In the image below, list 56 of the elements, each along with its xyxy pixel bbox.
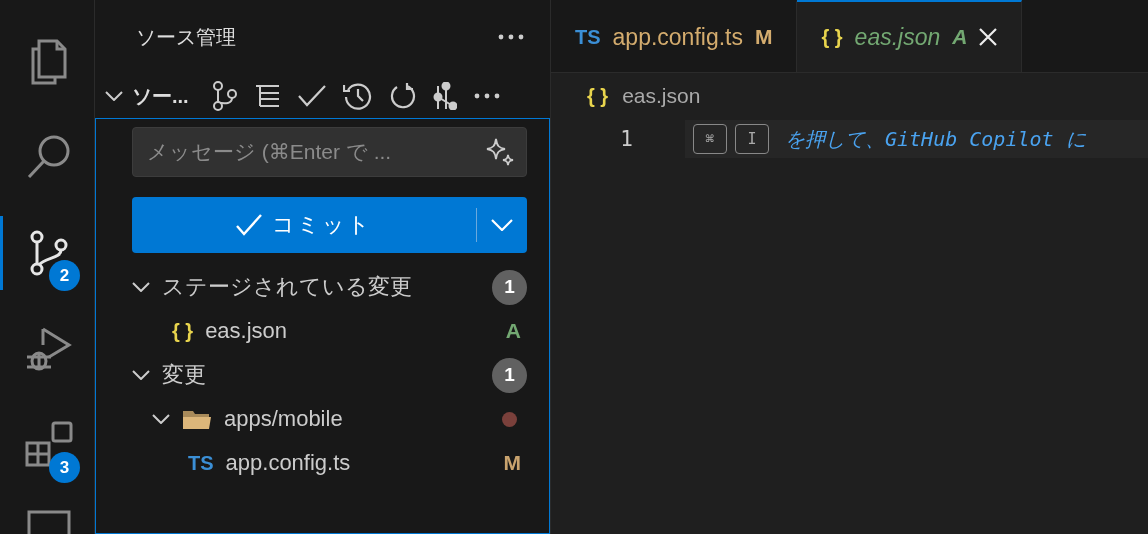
line-number: 1 [619,127,633,151]
file-type-icon: TS [575,25,601,49]
status-letter: M [503,451,521,475]
group-label: 変更 [162,361,207,389]
chevron-icon[interactable] [132,282,150,292]
copilot-hint: を押して、GitHub Copilot に [785,125,1086,153]
count-badge: 3 [49,452,80,483]
graph-icon[interactable] [432,82,457,110]
chevron-icon[interactable] [132,370,150,380]
chevron-down-icon[interactable] [105,91,123,101]
run-debug-icon [24,325,73,373]
tree-list-icon[interactable] [254,84,281,108]
status-letter: A [952,25,968,49]
breadcrumb-item[interactable]: eas.json [622,84,701,108]
section-title: ソー... [132,83,189,109]
file-name: eas.json [205,318,289,344]
activity-item[interactable]: 3 [0,408,94,482]
count-badge: 1 [492,269,527,305]
file-item[interactable]: { } eas.json A [132,309,527,353]
keyboard-key: I [735,124,769,154]
more-icon[interactable] [473,93,500,99]
branch-graph-icon[interactable] [211,81,238,111]
tab-label: app.config.ts [612,23,743,51]
commit-label: コミット [272,211,372,239]
checkmark-icon[interactable] [297,85,326,107]
refresh-icon[interactable] [389,82,416,110]
file-type-icon: { } [587,84,609,108]
count-badge: 2 [49,260,80,291]
commit-message-field[interactable]: メッセージ (⌘Enter で ... [132,127,527,177]
file-type-icon: TS [188,451,214,475]
file-type-icon: { } [172,319,194,343]
keyboard-key: ⌘ [693,124,727,154]
tab-label: eas.json [854,23,941,51]
sparkle-icon[interactable] [485,137,515,167]
count-badge: 1 [492,357,527,393]
checkmark-icon [236,214,262,236]
commit-button[interactable]: コミット [132,197,527,253]
status-letter: M [755,25,773,49]
close-icon[interactable] [979,28,998,46]
file-item[interactable]: TS app.config.ts M [132,441,527,485]
group-label: ステージされている変更 [162,273,413,301]
more-icon[interactable] [498,34,524,40]
group-header[interactable]: 変更 1 [132,353,527,397]
status-letter: A [505,319,521,343]
editor-tab[interactable]: { } eas.json A [797,0,1023,72]
chevron-icon[interactable] [152,414,170,424]
folder-path: apps/mobile [224,406,344,432]
file-name: app.config.ts [225,450,352,476]
history-icon[interactable] [342,81,373,111]
activity-item[interactable]: 2 [0,216,94,290]
folder-icon [182,408,212,430]
group-header[interactable]: ステージされている変更 1 [132,265,527,309]
file-type-icon: { } [821,25,843,49]
folder-item[interactable]: apps/mobile [132,397,527,441]
dropdown-chevron-icon[interactable] [491,219,513,231]
panel-title: ソース管理 [136,24,236,50]
